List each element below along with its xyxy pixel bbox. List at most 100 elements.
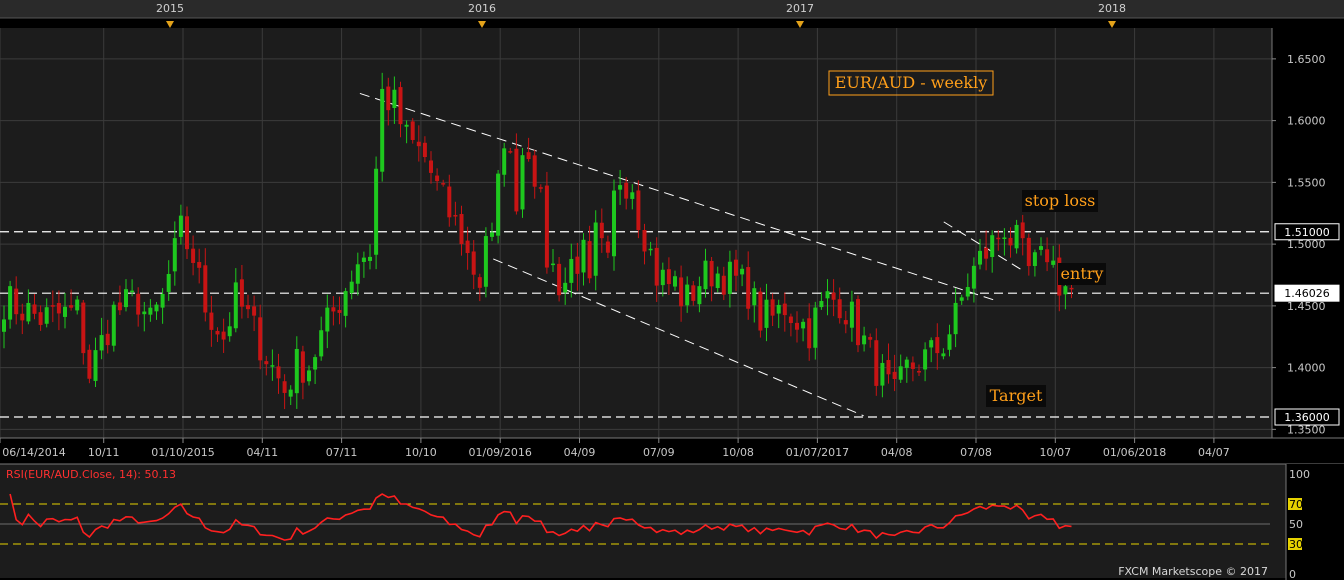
candle-body: [593, 222, 598, 276]
candle-body: [154, 304, 159, 312]
candle-body: [532, 155, 537, 187]
candle-body: [8, 286, 13, 320]
candle-body: [422, 142, 427, 158]
candlestick: [380, 72, 385, 182]
candle-body: [276, 366, 281, 379]
candle-body: [1032, 252, 1037, 266]
candle-body: [837, 299, 842, 319]
candle-body: [203, 265, 208, 313]
candle-body: [813, 307, 818, 348]
candle-body: [880, 362, 885, 386]
rsi-tick-label: 0: [1289, 568, 1296, 580]
candle-body: [679, 277, 684, 307]
time-tick-label: 04/08: [881, 446, 913, 459]
candle-body: [380, 88, 385, 172]
candle-body: [642, 229, 647, 252]
candle-body: [782, 303, 787, 316]
candle-body: [648, 248, 653, 251]
candle-body: [630, 192, 635, 199]
candle-body: [746, 267, 751, 309]
candle-body: [477, 277, 482, 288]
candlestick: [758, 287, 763, 338]
candlestick: [87, 344, 92, 384]
annotation-label: Target: [990, 386, 1043, 405]
candle-body: [215, 330, 220, 335]
candle-body: [1002, 237, 1007, 240]
candle-body: [715, 273, 720, 289]
candle-body: [258, 317, 263, 361]
time-tick-label: 07/08: [960, 446, 992, 459]
candle-body: [734, 259, 738, 276]
candle-body: [727, 261, 732, 294]
candle-body: [508, 151, 513, 153]
candle-body: [361, 257, 366, 262]
rsi-tick-label: 70: [1289, 498, 1303, 511]
candle-body: [410, 121, 415, 140]
candle-body: [520, 155, 525, 210]
candle-body: [703, 260, 708, 290]
time-tick-label: 07/09: [643, 446, 675, 459]
candle-body: [990, 235, 995, 258]
candle-body: [465, 240, 470, 254]
candle-body: [294, 348, 299, 394]
candle-body: [2, 319, 6, 332]
candle-body: [709, 260, 714, 287]
rsi-panel[interactable]: [0, 464, 1286, 578]
candle-body: [984, 247, 989, 259]
candle-body: [496, 173, 501, 236]
candle-body: [282, 381, 287, 393]
candle-body: [172, 238, 177, 272]
candle-body: [75, 299, 80, 311]
candle-body: [56, 303, 61, 314]
candle-body: [874, 340, 879, 386]
candle-body: [32, 304, 37, 314]
candle-body: [551, 263, 555, 266]
candle-body: [331, 307, 336, 312]
candle-body: [825, 291, 830, 299]
time-tick-label: 07/11: [326, 446, 358, 459]
candle-body: [300, 351, 305, 383]
annotation-label: entry: [1061, 264, 1104, 283]
candle-body: [374, 168, 379, 255]
candle-body: [996, 237, 1001, 240]
year-label: 2015: [156, 2, 184, 15]
annotation-target: Target: [986, 385, 1046, 407]
candle-body: [14, 288, 19, 315]
candle-body: [807, 318, 812, 349]
candle-body: [337, 309, 342, 313]
candle-body: [660, 269, 665, 286]
candle-body: [87, 349, 92, 379]
candle-body: [349, 281, 354, 294]
candle-body: [862, 335, 867, 345]
candle-body: [758, 291, 763, 331]
time-tick-label: 10/10: [405, 446, 437, 459]
candle-body: [264, 361, 269, 365]
candle-body: [612, 190, 616, 257]
candle-body: [81, 302, 86, 354]
candle-body: [392, 89, 397, 109]
candle-body: [246, 305, 250, 310]
year-marker-triangle-icon: [1108, 21, 1116, 28]
candle-body: [398, 87, 403, 125]
chart-title: EUR/AUD - weekly: [835, 73, 988, 92]
candle-body: [471, 251, 476, 275]
time-tick-label: 01/06/2018: [1103, 446, 1166, 459]
candle-body: [166, 273, 171, 292]
candle-body: [44, 307, 49, 324]
annotation-entry: entry: [1058, 263, 1106, 285]
candle-body: [978, 250, 982, 265]
candle-body: [575, 256, 580, 274]
rsi-tick-label: 100: [1289, 468, 1310, 481]
candle-body: [923, 349, 928, 370]
price-panel[interactable]: [0, 28, 1272, 438]
candle-body: [191, 248, 196, 263]
candle-body: [386, 86, 391, 111]
candle-body: [160, 294, 165, 308]
candle-body: [581, 239, 586, 273]
time-tick-label: 10/11: [88, 446, 120, 459]
candle-body: [856, 299, 860, 346]
candle-body: [63, 306, 67, 317]
candlestick: [544, 171, 549, 274]
time-axis-ticks: 06/14/2014 10/11 01/10/2015 04/11 07/11 10/10…: [0, 438, 1230, 459]
candle-body: [654, 247, 659, 286]
